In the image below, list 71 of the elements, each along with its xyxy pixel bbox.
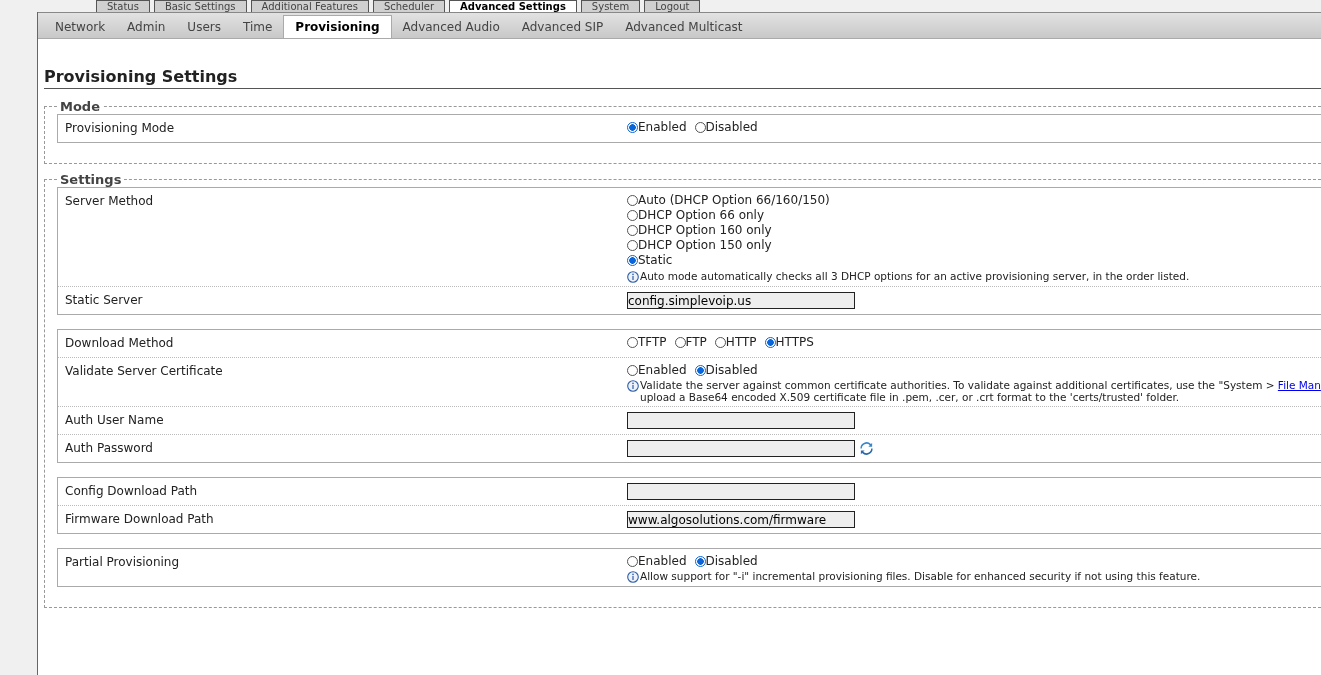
text-field[interactable] <box>627 412 855 429</box>
main-tab[interactable]: Advanced Settings <box>449 0 577 12</box>
radio-button[interactable] <box>714 336 726 348</box>
main-tab[interactable]: Logout <box>644 0 701 12</box>
sub-tab[interactable]: Provisioning <box>283 15 392 38</box>
sub-tab[interactable]: Advanced Multicast <box>614 16 754 38</box>
setting-label: Firmware Download Path <box>64 511 215 528</box>
radio-button[interactable] <box>694 555 706 567</box>
radio-option[interactable]: HTTP <box>714 335 757 349</box>
info-text: Auto mode automatically checks all 3 DHCP options for an active provisioning server, in the order listed. <box>640 270 1190 282</box>
fieldset-legend: Mode <box>57 99 103 114</box>
radio-option[interactable]: Static <box>627 253 1190 268</box>
file-manager-link[interactable]: File Man <box>1277 379 1321 391</box>
radio-option[interactable]: FTP <box>674 335 707 349</box>
setting-label: Config Download Path <box>64 483 199 500</box>
page-heading: Provisioning Settings <box>44 67 1321 89</box>
main-tab[interactable]: Scheduler <box>372 0 445 12</box>
radio-button[interactable] <box>627 336 638 348</box>
fieldset-legend: Settings <box>57 172 125 187</box>
radio-button[interactable] <box>627 225 638 236</box>
sub-tab[interactable]: Admin <box>116 16 177 38</box>
radio-button[interactable] <box>627 255 638 266</box>
main-tab[interactable]: Additional Features <box>250 0 369 12</box>
radio-button[interactable] <box>627 555 638 567</box>
radio-option[interactable]: Disabled <box>694 120 758 134</box>
radio-option[interactable]: TFTP <box>627 335 667 349</box>
radio-option[interactable]: Enabled <box>627 554 687 568</box>
main-tab[interactable]: Basic Settings <box>153 0 247 12</box>
info-text: Validate the server against common certificate authorities. To validate against additional certificates, use the "System > File Man upload a Base64 encoded X.509 certificate file in .pem, .cer, or .crt format to the 'certs/trusted' folder. <box>640 379 1321 403</box>
radio-button[interactable] <box>764 336 776 348</box>
info-icon <box>627 380 639 392</box>
radio-option[interactable]: Enabled <box>627 120 687 134</box>
radio-option[interactable]: Auto (DHCP Option 66/160/150) <box>627 193 1190 208</box>
setting-label: Validate Server Certificate <box>64 363 224 380</box>
info-icon <box>627 571 639 583</box>
sub-tab[interactable]: Advanced Audio <box>391 16 511 38</box>
sub-tab[interactable]: Users <box>176 16 232 38</box>
sub-tab[interactable]: Time <box>231 16 284 38</box>
radio-option[interactable]: Disabled <box>694 363 758 377</box>
text-field[interactable]: config.simplevoip.us <box>627 292 855 309</box>
setting-label: Server Method <box>64 193 155 210</box>
sub-tab[interactable]: Advanced SIP <box>510 16 615 38</box>
radio-option[interactable]: DHCP Option 160 only <box>627 223 1190 238</box>
text-field[interactable] <box>627 483 855 500</box>
info-icon <box>627 271 639 283</box>
info-text: Allow support for "-i" incremental provisioning files. Disable for enhanced security if not using this feature. <box>640 570 1201 582</box>
radio-button[interactable] <box>627 195 638 206</box>
refresh-icon[interactable] <box>859 441 874 456</box>
radio-option[interactable]: DHCP Option 66 only <box>627 208 1190 223</box>
radio-option[interactable]: Disabled <box>694 554 758 568</box>
radio-option[interactable]: HTTPS <box>764 335 814 349</box>
radio-button[interactable] <box>674 336 686 348</box>
setting-label: Static Server <box>64 292 144 309</box>
radio-button[interactable] <box>627 121 638 133</box>
setting-label: Partial Provisioning <box>64 554 181 571</box>
radio-button[interactable] <box>694 121 706 133</box>
setting-label: Auth Password <box>64 440 154 457</box>
setting-label: Provisioning Mode <box>64 120 176 137</box>
text-field[interactable] <box>627 440 855 457</box>
radio-button[interactable] <box>694 364 706 376</box>
radio-button[interactable] <box>627 210 638 221</box>
radio-button[interactable] <box>627 240 638 251</box>
setting-label: Download Method <box>64 335 175 352</box>
radio-option[interactable]: DHCP Option 150 only <box>627 238 1190 253</box>
main-tab[interactable]: System <box>580 0 641 12</box>
sub-tab[interactable]: Network <box>44 16 117 38</box>
text-field[interactable]: www.algosolutions.com/firmware <box>627 511 855 528</box>
radio-button[interactable] <box>627 364 638 376</box>
setting-label: Auth User Name <box>64 412 165 429</box>
main-tab[interactable]: Status <box>96 0 150 12</box>
radio-option[interactable]: Enabled <box>627 363 687 377</box>
